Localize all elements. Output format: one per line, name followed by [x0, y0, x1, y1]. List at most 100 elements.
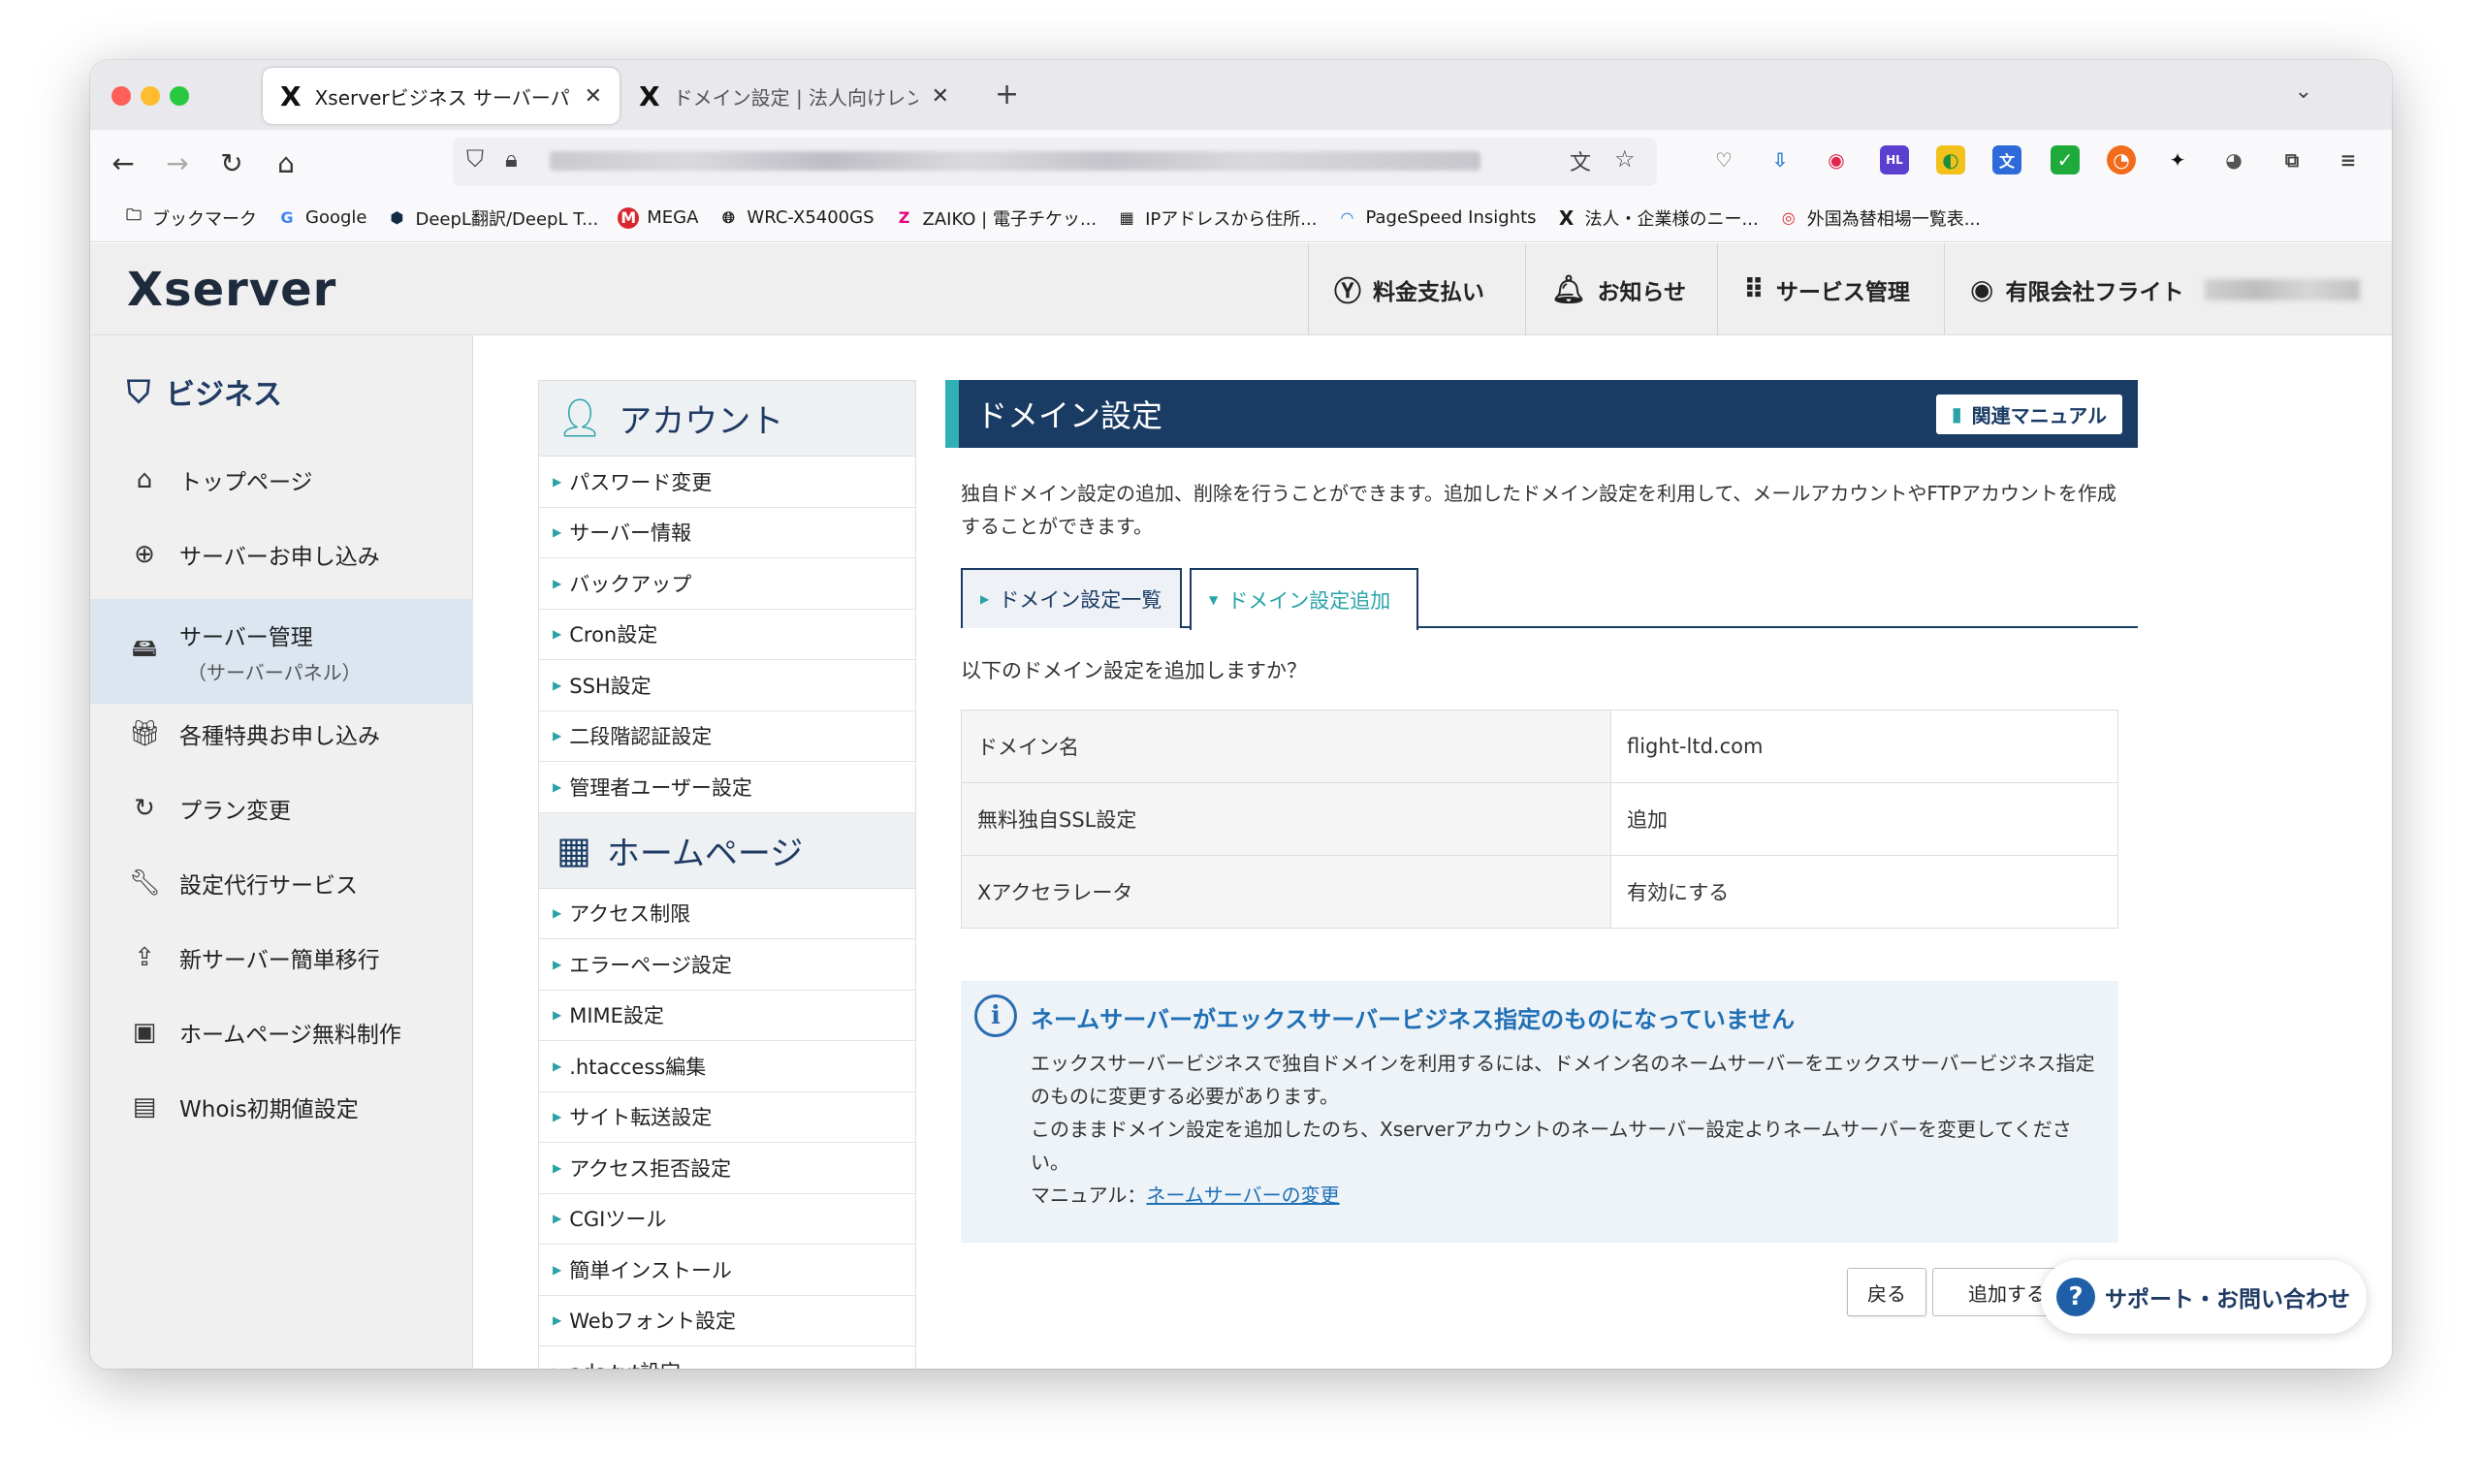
related-manual-button[interactable]: ▮ 関連マニュアル	[1935, 394, 2122, 434]
back-arrow-icon[interactable]: ←	[102, 142, 144, 184]
notices-menu[interactable]: 🔔︎ お知らせ	[1525, 243, 1711, 335]
tab-list-chevron-icon[interactable]: ⌄	[2295, 79, 2312, 104]
zoom-window-button[interactable]	[170, 86, 189, 106]
extension-yellow-icon[interactable]: ◐	[1936, 145, 1965, 174]
menu-item-password[interactable]: ▶ パスワード変更	[539, 457, 915, 508]
nameserver-notice: i ネームサーバーがエックスサーバービジネス指定のものになっていません エックス…	[961, 981, 2118, 1243]
pocket-icon[interactable]: ♡	[1709, 145, 1738, 174]
caret-right-icon: ▶	[553, 1058, 562, 1073]
lock-icon[interactable]: 🔒︎	[505, 145, 518, 173]
caret-right-icon: ▶	[553, 1110, 562, 1124]
downloads-icon[interactable]: ⇩	[1766, 145, 1795, 174]
sidebar-item-server-order[interactable]: ⊕ サーバーお申し込み	[90, 528, 473, 581]
extension-hl-icon[interactable]: HL	[1880, 145, 1909, 174]
translate-extension-icon[interactable]: 文	[1992, 145, 2021, 174]
table-row: ドメイン名 flight-ltd.com	[961, 710, 2118, 783]
menu-item-mime[interactable]: ▶ MIME設定	[539, 991, 915, 1041]
hamburger-menu-icon[interactable]: ≡	[2334, 145, 2363, 174]
menu-item-error-page[interactable]: ▶ エラーページ設定	[539, 939, 915, 991]
sidebar-item-whois[interactable]: ▤ Whois初期値設定	[90, 1081, 473, 1133]
caret-right-icon: ▶	[553, 906, 562, 921]
menu-item-redirect[interactable]: ▶ サイト転送設定	[539, 1092, 915, 1143]
notice-line: このままドメイン設定を追加したのち、Xserverアカウントのネームサーバー設定…	[1031, 1118, 2072, 1174]
extension-red-icon[interactable]: ◉	[1822, 145, 1851, 174]
caret-right-icon: ▶	[553, 678, 562, 692]
caret-right-icon: ▶	[553, 779, 562, 794]
account-menu[interactable]: ◉ 有限会社フライト	[1944, 243, 2392, 335]
bookmark-item[interactable]: ◠ PageSpeed Insights	[1336, 207, 1536, 229]
bookmark-item[interactable]: X 法人・企業様のニー...	[1556, 205, 1759, 231]
tab-close-icon[interactable]: ✕	[585, 84, 602, 109]
back-button[interactable]: 戻る	[1847, 1268, 1926, 1316]
bell-icon: 🔔︎	[1551, 273, 1586, 305]
domain-tabs: ▶ ドメイン設定一覧 ▼ ドメイン設定追加	[961, 568, 2138, 630]
bookmark-item[interactable]: 🗀 ブックマーク	[123, 205, 257, 231]
sidebar-item-top-page[interactable]: ⌂ トップページ	[90, 454, 473, 506]
grid-icon: ⠿	[1743, 273, 1765, 305]
menu-item-cgi-tools[interactable]: ▶ CGIツール	[539, 1194, 915, 1245]
sidebar-item-setup-service[interactable]: 🔧︎ 設定代行サービス	[90, 857, 473, 909]
bookmark-item[interactable]: Z ZAIKO | 電子チケッ...	[894, 205, 1097, 231]
menu-item-backup[interactable]: ▶ バックアップ	[539, 558, 915, 610]
tab-domain-manual[interactable]: X ドメイン設定 | 法人向けレンタル ✕	[621, 68, 967, 124]
navigation-bar: ← → ↻ ⌂ ⛉ 🔒︎ 文 ☆ ♡ ⇩ ◉ HL ◐ 文 ✓ ◔ ✦ ◕ ⧉ …	[90, 130, 2392, 194]
sidebar-item-free-homepage[interactable]: ▣ ホームページ無料制作	[90, 1006, 473, 1058]
gift-icon: 🎁︎	[129, 719, 162, 748]
menu-item-htaccess[interactable]: ▶ .htaccess編集	[539, 1041, 915, 1092]
bookmark-item[interactable]: M MEGA	[618, 206, 698, 229]
menu-item-web-fonts[interactable]: ▶ Webフォント設定	[539, 1296, 915, 1346]
bookmark-item[interactable]: ⬢ DeepL翻訳/DeepL T...	[386, 205, 599, 231]
reload-icon[interactable]: ↻	[210, 142, 253, 184]
notice-body: エックスサーバービジネスで独自ドメインを利用するには、ドメイン名のネームサーバー…	[1031, 1047, 2097, 1212]
menu-item-admin-user[interactable]: ▶ 管理者ユーザー設定	[539, 762, 915, 813]
bookmark-star-icon[interactable]: ☆	[1614, 145, 1636, 173]
row-value: 有効にする	[1610, 855, 2118, 929]
orange-extension-icon[interactable]: ◔	[2107, 145, 2136, 174]
checkmark-extension-icon[interactable]: ✓	[2051, 145, 2080, 174]
tab-xserver-panel[interactable]: X Xserverビジネス サーバーパネル ✕	[263, 68, 620, 124]
caret-right-icon: ▶	[553, 1262, 562, 1277]
pie-extension-icon[interactable]: ◕	[2219, 145, 2248, 174]
bird-extension-icon[interactable]: ✦	[2163, 145, 2192, 174]
puzzle-extensions-icon[interactable]: ⧉	[2277, 145, 2307, 174]
deepl-icon: ⬢	[390, 208, 404, 227]
sidebar-item-plan-change[interactable]: ↻ プラン変更	[90, 782, 473, 835]
plus-circle-icon: ⊕	[134, 540, 155, 569]
menu-item-access-limit[interactable]: ▶ アクセス制限	[539, 889, 915, 939]
menu-item-cron[interactable]: ▶ Cron設定	[539, 610, 915, 660]
page-title: ドメイン設定	[976, 397, 1163, 434]
menu-item-easy-install[interactable]: ▶ 簡単インストール	[539, 1245, 915, 1296]
add-button[interactable]: 追加する	[1932, 1268, 2058, 1316]
sidebar-item-migration[interactable]: ⇪ 新サーバー簡単移行	[90, 931, 473, 984]
menu-item-server-info[interactable]: ▶ サーバー情報	[539, 508, 915, 558]
minimize-window-button[interactable]	[141, 86, 160, 106]
forward-arrow-icon[interactable]: →	[156, 142, 199, 184]
bookmark-item[interactable]: 🌐︎ WRC-X5400GS	[717, 207, 875, 229]
nameserver-manual-link[interactable]: ネームサーバーの変更	[1146, 1184, 1339, 1207]
menu-item-2fa[interactable]: ▶ 二段階認証設定	[539, 711, 915, 762]
row-label: 無料独自SSL設定	[961, 782, 1611, 856]
menu-item-access-deny[interactable]: ▶ アクセス拒否設定	[539, 1143, 915, 1194]
tab-close-icon[interactable]: ✕	[932, 84, 949, 109]
close-window-button[interactable]	[111, 86, 131, 106]
shield-icon[interactable]: ⛉	[466, 145, 484, 173]
tab-domain-add[interactable]: ▼ ドメイン設定追加	[1190, 568, 1418, 630]
url-bar[interactable]: ⛉ 🔒︎ 文 ☆	[453, 138, 1657, 186]
translate-icon[interactable]: 文	[1570, 145, 1591, 176]
xserver-logo[interactable]: Xserver	[127, 263, 336, 317]
menu-item-ssh[interactable]: ▶ SSH設定	[539, 660, 915, 711]
bookmark-item[interactable]: G Google	[276, 207, 366, 229]
url-text-blurred	[550, 151, 1480, 171]
bookmark-item[interactable]: ▦ IPアドレスから住所...	[1116, 205, 1318, 231]
home-icon[interactable]: ⌂	[265, 142, 307, 184]
tab-domain-list[interactable]: ▶ ドメイン設定一覧	[961, 568, 1182, 628]
menu-item-ads-txt[interactable]: ▶ads.txt設定	[539, 1346, 915, 1369]
service-management-menu[interactable]: ⠿ サービス管理	[1717, 243, 1935, 335]
new-tab-button[interactable]: +	[995, 78, 1019, 111]
sidebar-item-server-management[interactable]: 🖴︎ サーバー管理 （サーバーパネル）	[90, 599, 473, 704]
sidebar-item-benefits[interactable]: 🎁︎ 各種特典お申し込み	[90, 708, 473, 760]
caret-right-icon: ▶	[553, 1160, 562, 1175]
bookmark-item[interactable]: ◎ 外国為替相場一覧表...	[1778, 205, 1981, 231]
payment-menu[interactable]: Ⓨ 料金支払い	[1308, 243, 1510, 335]
support-contact-button[interactable]: ? サポート・お問い合わせ	[2041, 1260, 2367, 1334]
